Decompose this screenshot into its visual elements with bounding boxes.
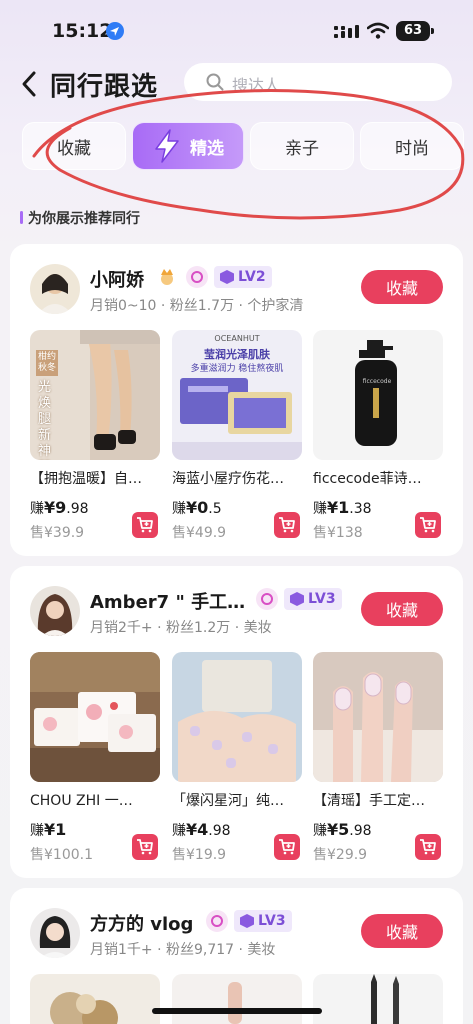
- cart-icon: [137, 517, 153, 533]
- product-image: [30, 652, 160, 782]
- wifi-icon: [367, 22, 389, 39]
- add-to-cart-button[interactable]: [132, 834, 158, 860]
- product-image: 柑约秋冬 光焕腿新神器: [30, 330, 160, 460]
- product-image-caption: 光焕腿新神器: [38, 380, 52, 459]
- creator-name[interactable]: 方方的 vlog: [90, 910, 193, 936]
- crown-badge-icon: [161, 269, 173, 285]
- favorite-button[interactable]: 收藏: [361, 914, 443, 948]
- creator-card[interactable]: 小阿娇 LV2 月销0~10 · 粉丝1.7万 · 个护家清 收藏 柑约 秋冬 光…: [10, 244, 463, 556]
- search-icon: [206, 73, 224, 91]
- product-name: 海蓝小屋疗伤花…: [172, 471, 284, 487]
- creator-name[interactable]: 小阿娇: [90, 266, 144, 292]
- creator-stats: 月销0~10 · 粉丝1.7万 · 个护家清: [90, 298, 304, 314]
- product-image: [313, 652, 443, 782]
- add-to-cart-button[interactable]: [415, 834, 441, 860]
- category-tabs: 收藏 精选 亲子 时尚: [0, 122, 473, 172]
- creator-name[interactable]: Amber7 " 手工…: [90, 588, 245, 614]
- add-to-cart-button[interactable]: [132, 512, 158, 538]
- creator-card[interactable]: Amber7 " 手工… LV3 月销2千+ · 粉丝1.2万 · 美妆 收藏 …: [10, 566, 463, 878]
- creator-badge-icon: [206, 910, 228, 932]
- level-badge: LV3: [284, 588, 342, 610]
- location-arrow-icon: [106, 22, 124, 40]
- favorite-button[interactable]: 收藏: [361, 592, 443, 626]
- product-name: 【清瑶】手工定…: [313, 793, 425, 809]
- avatar[interactable]: [30, 908, 80, 958]
- avatar[interactable]: [30, 586, 80, 636]
- status-time: 15:12: [52, 20, 113, 42]
- product-item[interactable]: 「爆闪星河」纯… 赚¥4.98 售¥19.9: [172, 652, 302, 864]
- product-image: [313, 974, 443, 1024]
- product-item[interactable]: 【清瑶】手工定… 赚¥5.98 售¥29.9: [313, 652, 443, 864]
- creator-card[interactable]: 方方的 vlog LV3 月销1千+ · 粉丝9,717 · 美妆 收藏: [10, 888, 463, 1024]
- product-item[interactable]: ficcecode ficcecode菲诗… 赚¥1.38 售¥138: [313, 330, 443, 542]
- creator-badge-icon: [256, 588, 278, 610]
- cart-icon: [279, 517, 295, 533]
- tab-collection[interactable]: 收藏: [22, 122, 126, 170]
- product-item[interactable]: OCEANHUT 莹润光泽肌肤 多重滋润力 稳住熬夜肌 海蓝小屋疗伤花… 赚¥0…: [172, 330, 302, 542]
- back-arrow-icon[interactable]: [18, 70, 42, 98]
- level-badge: LV2: [214, 266, 272, 288]
- product-image-badge: 柑约 秋冬: [36, 350, 58, 376]
- favorite-button[interactable]: 收藏: [361, 270, 443, 304]
- product-image: [172, 974, 302, 1024]
- tab-fashion[interactable]: 时尚: [360, 122, 464, 170]
- product-image: OCEANHUT 莹润光泽肌肤 多重滋润力 稳住熬夜肌: [172, 330, 302, 460]
- add-to-cart-button[interactable]: [274, 512, 300, 538]
- cart-icon: [420, 839, 436, 855]
- page-title: 同行跟选: [50, 72, 159, 102]
- cart-icon: [420, 517, 436, 533]
- section-subtitle: 为你展示推荐同行: [20, 208, 140, 228]
- avatar[interactable]: [30, 264, 80, 314]
- creator-stats: 月销1千+ · 粉丝9,717 · 美妆: [90, 942, 276, 958]
- product-image: ficcecode: [313, 330, 443, 460]
- add-to-cart-button[interactable]: [274, 834, 300, 860]
- creator-stats: 月销2千+ · 粉丝1.2万 · 美妆: [90, 620, 272, 636]
- tab-parenting[interactable]: 亲子: [250, 122, 354, 170]
- add-to-cart-button[interactable]: [415, 512, 441, 538]
- home-indicator[interactable]: [152, 1008, 322, 1014]
- product-name: CHOU ZHI 一…: [30, 793, 133, 809]
- battery-indicator: 63: [396, 21, 434, 41]
- cellular-signal-icon: [334, 25, 359, 38]
- status-bar: 15:12 63: [0, 0, 473, 60]
- tab-featured[interactable]: 精选: [132, 122, 244, 170]
- creator-badge-icon: [186, 266, 208, 288]
- product-name: 「爆闪星河」纯…: [172, 793, 284, 809]
- search-placeholder: 搜达人: [232, 76, 281, 95]
- search-input[interactable]: 搜达人: [184, 63, 452, 101]
- cart-icon: [137, 839, 153, 855]
- lightning-bolt-icon: [155, 129, 179, 163]
- product-item[interactable]: 柑约秋冬 光焕腿新神器 【拥抱温暖】自… 赚¥9.98 售¥39.9: [30, 330, 160, 542]
- level-badge: LV3: [234, 910, 292, 932]
- product-image: [30, 974, 160, 1024]
- product-name: 【拥抱温暖】自…: [30, 471, 142, 487]
- product-image: [172, 652, 302, 782]
- product-item[interactable]: CHOU ZHI 一… 赚¥1 售¥100.1: [30, 652, 160, 864]
- product-name: ficcecode菲诗…: [313, 471, 422, 487]
- cart-icon: [279, 839, 295, 855]
